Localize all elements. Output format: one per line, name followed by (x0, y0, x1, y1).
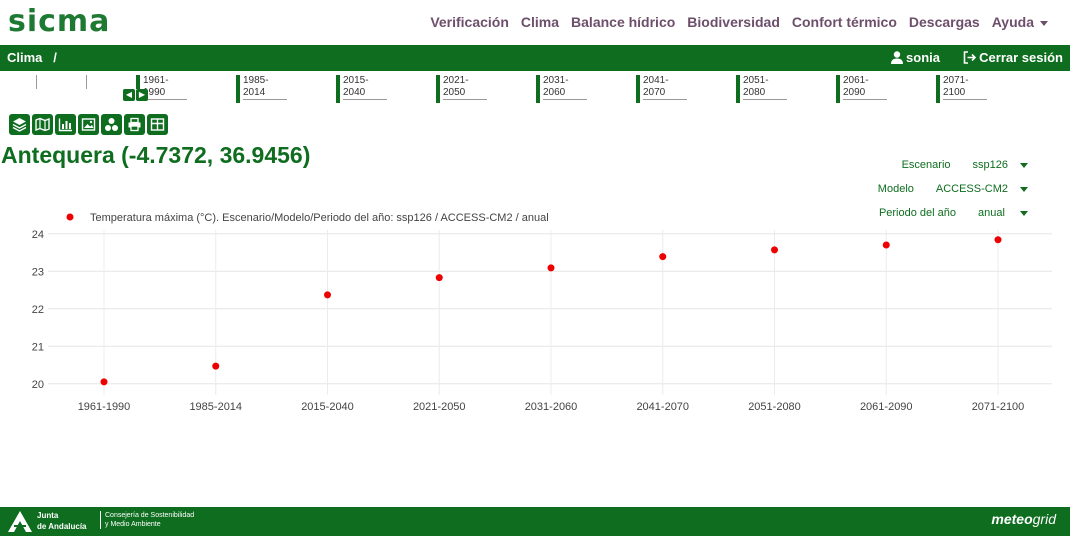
logout-label: Cerrar sesión (979, 50, 1063, 65)
timeline-tick (36, 75, 37, 89)
breadcrumb-section[interactable]: Clima (7, 50, 42, 65)
data-point[interactable] (994, 236, 1002, 244)
next-arrow-icon[interactable]: ▶ (136, 89, 148, 101)
x-tick-label: 1985-2014 (189, 401, 242, 413)
x-tick-label: 2061-2090 (860, 401, 913, 413)
model-value: ACCESS-CM2 (935, 183, 1008, 195)
junta-logo-icon (8, 511, 32, 532)
period-timeline: 1961-1990 1985-2014 2015-2040 2021-2050 … (0, 71, 1070, 111)
image-icon[interactable] (78, 114, 99, 135)
user-menu[interactable]: sonia (891, 50, 940, 65)
data-point[interactable] (882, 241, 890, 249)
data-point[interactable] (547, 264, 555, 272)
x-tick-label: 2031-2060 (525, 401, 578, 413)
chevron-down-icon (1020, 162, 1028, 168)
data-point[interactable] (435, 274, 443, 282)
timeline-period[interactable]: 2061-2090 (836, 75, 887, 103)
breadcrumb-separator: / (53, 50, 57, 65)
main-menu: Verificación Clima Balance hídrico Biodi… (430, 14, 1048, 30)
network-icon[interactable] (101, 114, 122, 135)
x-tick-label: 2021-2050 (413, 401, 466, 413)
breadcrumb-bar: Clima / sonia Cerrar sesión (0, 45, 1070, 71)
x-tick-label: 2041-2070 (636, 401, 689, 413)
location-title: Antequera (-4.7372, 36.9456) (1, 142, 311, 168)
y-tick-label: 22 (32, 304, 44, 316)
legend-marker (66, 213, 74, 221)
menu-verificacion[interactable]: Verificación (430, 14, 509, 30)
menu-biodiversidad[interactable]: Biodiversidad (687, 14, 780, 30)
x-tick-label: 2015-2040 (301, 401, 354, 413)
model-select[interactable]: Modelo ACCESS-CM2 (878, 177, 1028, 201)
menu-descargas[interactable]: Descargas (909, 14, 980, 30)
scenario-select[interactable]: Escenario ssp126 (878, 153, 1028, 177)
table-icon[interactable] (147, 114, 168, 135)
temperature-chart: Temperatura máxima (°C). Escenario/Model… (32, 212, 1052, 413)
logout-button[interactable]: Cerrar sesión (963, 50, 1063, 65)
scenario-value: ssp126 (972, 159, 1008, 171)
model-label: Modelo (877, 183, 914, 195)
x-tick-label: 2051-2080 (748, 401, 801, 413)
prev-arrow-icon[interactable]: ◀ (123, 89, 135, 101)
data-point[interactable] (659, 253, 667, 261)
top-navbar: sicma Verificación Clima Balance hídrico… (0, 0, 1070, 45)
user-icon (891, 51, 904, 64)
menu-ayuda-dropdown[interactable]: Ayuda (992, 14, 1048, 30)
data-point[interactable] (324, 291, 331, 299)
menu-balance-hidrico[interactable]: Balance hídrico (571, 14, 675, 30)
y-tick-label: 24 (32, 229, 44, 241)
timeline-arrows: ◀ ▶ (123, 89, 148, 101)
view-toolbar (9, 114, 168, 135)
timeline-period[interactable]: 2071-2100 (936, 75, 987, 103)
chevron-down-icon (1020, 186, 1028, 192)
timeline-period[interactable]: 1961-1990 (136, 75, 187, 100)
legend-label: Temperatura máxima (°C). Escenario/Model… (90, 212, 549, 224)
timeline-period[interactable]: 2031-2060 (536, 75, 587, 103)
print-icon[interactable] (124, 114, 145, 135)
chevron-down-icon (1040, 20, 1048, 26)
breadcrumb: Clima / (7, 50, 57, 65)
consejeria-text: Consejería de Sostenibilidad y Medio Amb… (100, 511, 194, 529)
junta-text: Junta de Andalucía (37, 511, 87, 531)
footer: Junta de Andalucía Consejería de Sosteni… (0, 507, 1070, 536)
y-tick-label: 20 (32, 379, 44, 391)
map-icon[interactable] (32, 114, 53, 135)
user-name: sonia (906, 50, 940, 65)
layers-icon[interactable] (9, 114, 30, 135)
y-tick-label: 23 (32, 266, 44, 278)
timeline-period[interactable]: 2015-2040 (336, 75, 387, 103)
x-tick-label: 1961-1990 (78, 401, 131, 413)
timeline-tick (86, 75, 87, 89)
data-point[interactable] (100, 378, 108, 386)
data-point[interactable] (212, 362, 220, 370)
menu-confort-termico[interactable]: Confort térmico (792, 14, 897, 30)
timeline-period[interactable]: 2021-2050 (436, 75, 487, 103)
bar-chart-icon[interactable] (55, 114, 76, 135)
timeline-period[interactable]: 2041-2070 (636, 75, 687, 103)
x-tick-label: 2071-2100 (972, 401, 1025, 413)
y-tick-label: 21 (32, 341, 44, 353)
timeline-period[interactable]: 2051-2080 (736, 75, 787, 103)
menu-ayuda-label: Ayuda (991, 14, 1034, 30)
menu-clima[interactable]: Clima (521, 14, 559, 30)
sicma-logo[interactable]: sicma (8, 4, 110, 39)
timeline-period[interactable]: 1985-2014 (236, 75, 287, 103)
data-point[interactable] (771, 246, 778, 254)
meteogrid-logo[interactable]: meteogrid (991, 511, 1056, 527)
logout-icon (963, 51, 977, 64)
scenario-label: Escenario (901, 159, 951, 171)
